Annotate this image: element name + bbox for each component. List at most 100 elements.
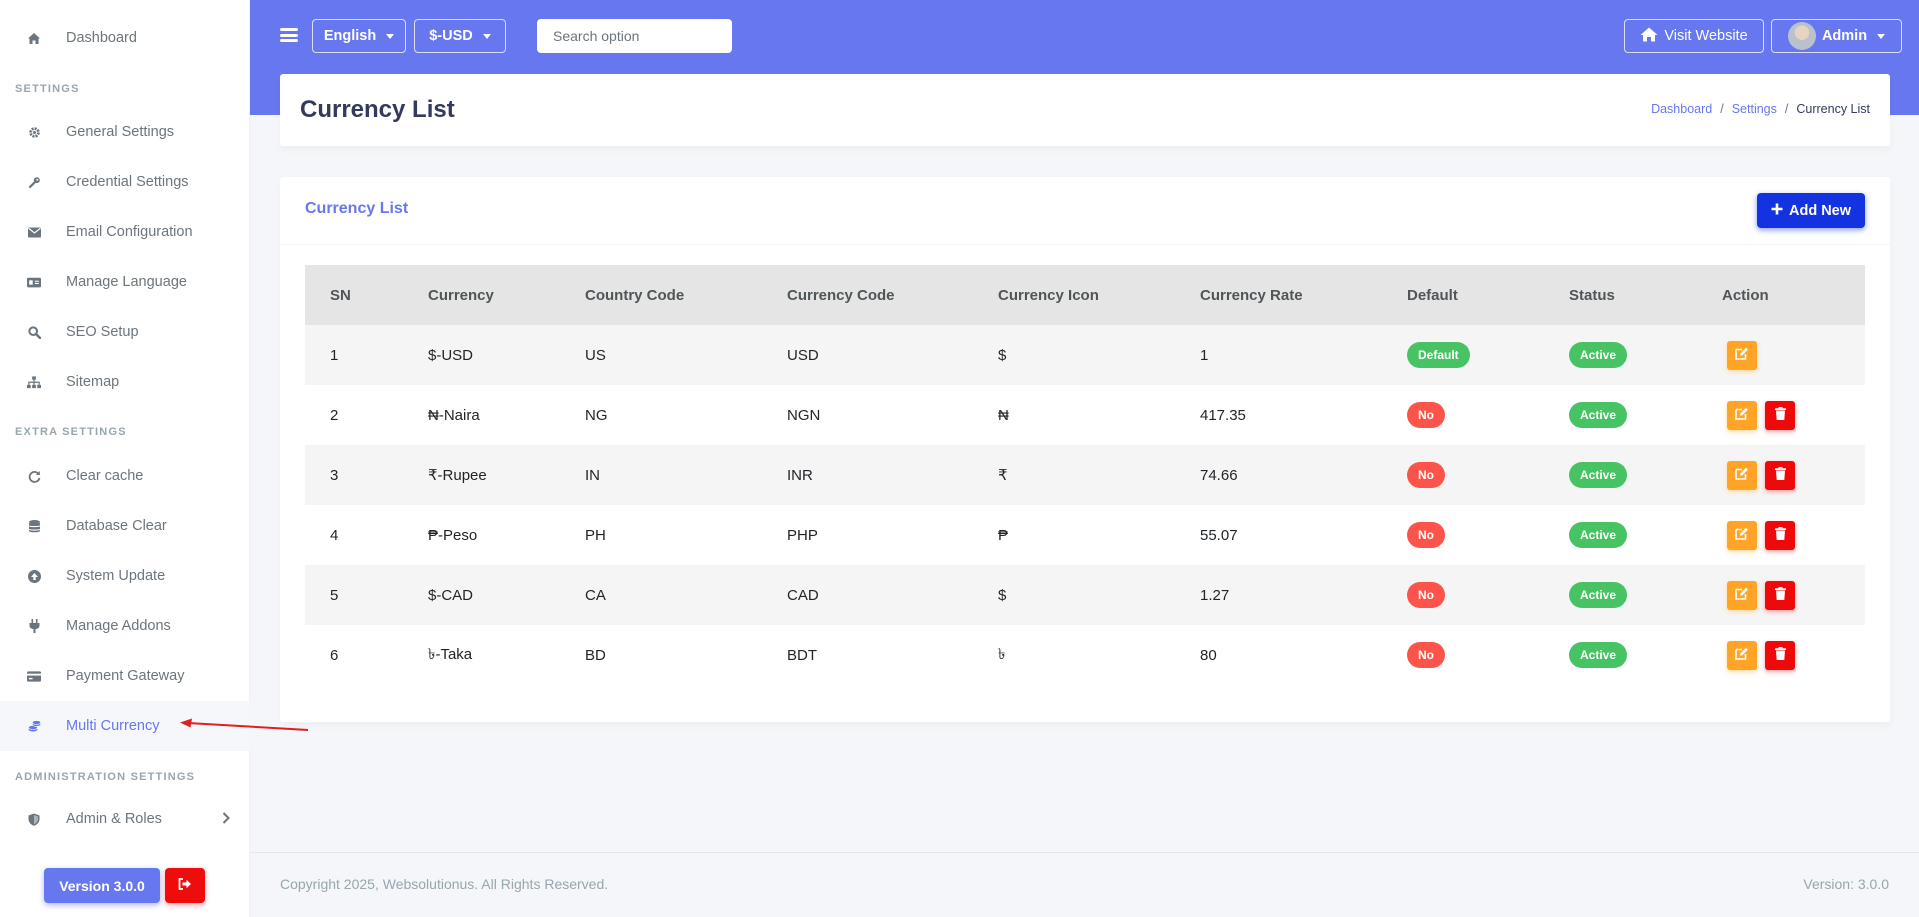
breadcrumb-dashboard[interactable]: Dashboard	[1651, 102, 1712, 116]
row-currency-rate: 1.27	[1200, 586, 1230, 604]
currency-table: SN Currency Country Code Currency Code C…	[305, 265, 1865, 685]
sidebar-item-admin-roles[interactable]: Admin & Roles	[0, 794, 250, 844]
delete-button[interactable]	[1765, 400, 1795, 430]
status-badge[interactable]: Active	[1569, 582, 1628, 608]
row-country-code: BD	[585, 646, 606, 664]
edit-icon	[1735, 407, 1749, 424]
row-currency-code: BDT	[787, 646, 817, 664]
delete-button[interactable]	[1765, 520, 1795, 550]
currency-dropdown[interactable]: $-USD	[414, 19, 506, 53]
caret-down-icon	[1877, 33, 1886, 39]
language-dropdown-label: English	[323, 28, 377, 44]
sidebar-heading-settings: SETTINGS	[15, 83, 80, 95]
row-currency-code: USD	[787, 346, 819, 364]
sidebar-item-label: Admin & Roles	[66, 811, 162, 827]
envelope-icon	[27, 225, 41, 239]
edit-icon	[1735, 527, 1749, 544]
sidebar-item-label: Manage Addons	[66, 618, 171, 634]
sidebar-item-email-configuration[interactable]: Email Configuration	[0, 207, 250, 257]
column-header: SN	[330, 286, 351, 304]
delete-button[interactable]	[1765, 460, 1795, 490]
user-dropdown[interactable]: Admin	[1771, 19, 1902, 53]
edit-button[interactable]	[1727, 460, 1757, 490]
row-currency-icon: $	[998, 346, 1007, 364]
row-actions	[1727, 385, 1803, 445]
visit-website-button[interactable]: Visit Website	[1624, 19, 1764, 53]
row-actions	[1727, 505, 1803, 565]
row-currency-rate: 417.35	[1200, 406, 1246, 424]
sidebar-item-manage-language[interactable]: Manage Language	[0, 257, 250, 307]
sidebar-item-label: Credential Settings	[66, 174, 189, 190]
edit-icon	[1735, 587, 1749, 604]
default-badge: Default	[1407, 342, 1470, 368]
chevron-right-icon	[222, 812, 230, 827]
edit-button[interactable]	[1727, 640, 1757, 670]
refresh-icon	[27, 469, 41, 483]
sidebar-item-dashboard[interactable]: Dashboard	[0, 13, 250, 63]
sidebar-item-seo-setup[interactable]: SEO Setup	[0, 307, 250, 357]
table-row: 2 ₦-Naira NG NGN ₦ 417.35 No Active	[305, 385, 1865, 445]
page-title: Currency List	[300, 96, 455, 123]
sidebar-item-sitemap[interactable]: Sitemap	[0, 357, 250, 407]
status-badge[interactable]: Active	[1569, 462, 1628, 488]
sidebar-item-database-clear[interactable]: Database Clear	[0, 501, 250, 551]
row-currency-code: PHP	[787, 526, 818, 544]
edit-button[interactable]	[1727, 340, 1757, 370]
sidebar-item-label: Clear cache	[66, 468, 144, 484]
edit-button[interactable]	[1727, 400, 1757, 430]
sidebar-item-manage-addons[interactable]: Manage Addons	[0, 601, 250, 651]
language-dropdown[interactable]: English	[312, 19, 406, 53]
section-header: Currency List Dashboard / Settings / Cur…	[280, 74, 1890, 146]
edit-button[interactable]	[1727, 580, 1757, 610]
sidebar-item-credential-settings[interactable]: Credential Settings	[0, 157, 250, 207]
sidebar-item-payment-gateway[interactable]: Payment Gateway	[0, 651, 250, 701]
default-badge: No	[1407, 462, 1445, 488]
column-header: Status	[1569, 286, 1615, 304]
row-sn: 6	[330, 646, 339, 664]
breadcrumb: Dashboard / Settings / Currency List	[1651, 102, 1870, 116]
edit-icon	[1735, 647, 1749, 664]
breadcrumb-settings[interactable]: Settings	[1732, 102, 1777, 116]
coins-icon	[27, 719, 41, 733]
search-input[interactable]	[537, 19, 732, 53]
row-country-code: PH	[585, 526, 606, 544]
sidebar-item-label: Multi Currency	[66, 718, 160, 734]
card-title: Currency List	[305, 200, 409, 217]
logout-button[interactable]	[165, 868, 205, 903]
status-badge[interactable]: Active	[1569, 522, 1628, 548]
menu-toggle-icon[interactable]	[280, 26, 298, 44]
add-new-button[interactable]: Add New	[1757, 193, 1865, 228]
sidebar-item-label: Database Clear	[66, 518, 167, 534]
row-currency: ৳-Taka	[428, 645, 473, 663]
default-badge: No	[1407, 582, 1445, 608]
version-button[interactable]: Version 3.0.0	[44, 868, 160, 903]
sidebar-item-clear-cache[interactable]: Clear cache	[0, 451, 250, 501]
row-currency: ₱-Peso	[428, 526, 478, 544]
status-badge[interactable]: Active	[1569, 342, 1628, 368]
row-currency: $-CAD	[428, 586, 474, 604]
sidebar-item-general-settings[interactable]: General Settings	[0, 107, 250, 157]
default-badge: No	[1407, 522, 1445, 548]
row-sn: 5	[330, 586, 339, 604]
delete-button[interactable]	[1765, 640, 1795, 670]
row-currency-icon: ₦	[998, 406, 1009, 424]
sidebar-item-system-update[interactable]: System Update	[0, 551, 250, 601]
status-badge[interactable]: Active	[1569, 402, 1628, 428]
key-icon	[27, 175, 41, 189]
edit-button[interactable]	[1727, 520, 1757, 550]
upload-circle-icon	[27, 569, 41, 583]
column-header: Action	[1722, 286, 1769, 304]
sidebar-item-label: Dashboard	[66, 30, 137, 46]
sidebar-item-label: Sitemap	[66, 374, 120, 390]
row-sn: 2	[330, 406, 339, 424]
status-badge[interactable]: Active	[1569, 642, 1628, 668]
delete-button[interactable]	[1765, 580, 1795, 610]
column-header: Currency	[428, 286, 494, 304]
sign-out-icon	[178, 877, 192, 895]
plug-icon	[27, 619, 41, 633]
row-currency-code: NGN	[787, 406, 821, 424]
row-currency-rate: 55.07	[1200, 526, 1238, 544]
table-row: 3 ₹-Rupee IN INR ₹74.66 No Active	[305, 445, 1865, 505]
row-currency-rate: 74.66	[1200, 466, 1238, 484]
sidebar-item-label: General Settings	[66, 124, 175, 140]
